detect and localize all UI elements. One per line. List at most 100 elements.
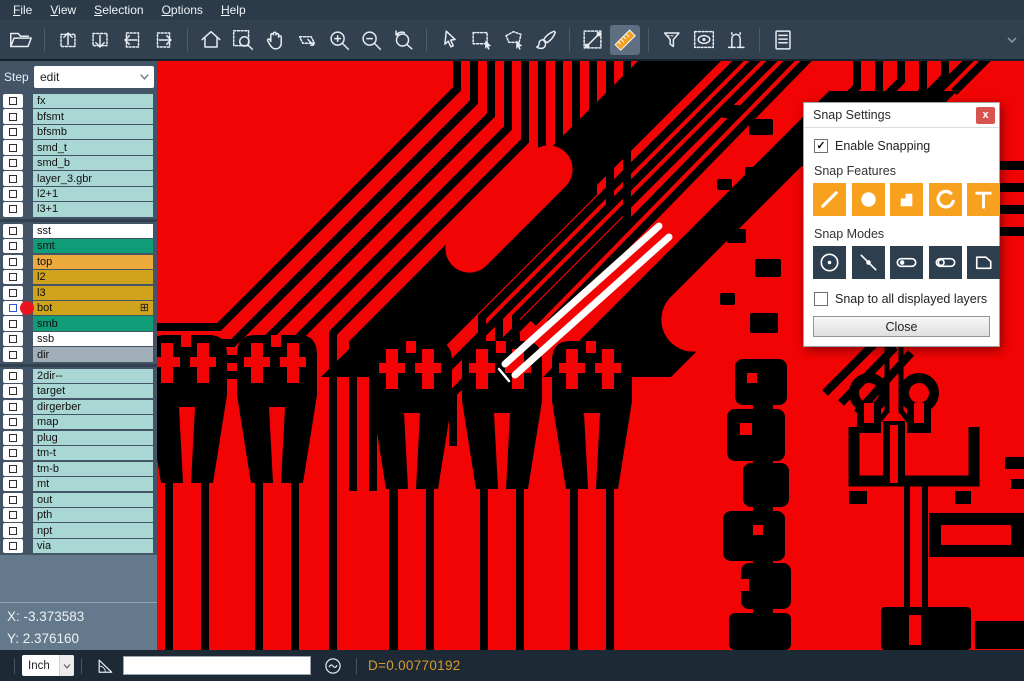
measure-line-button[interactable] bbox=[578, 25, 608, 55]
pan-left-button[interactable] bbox=[117, 25, 147, 55]
pan-down-button[interactable] bbox=[85, 25, 115, 55]
layer-name[interactable]: l3+1 bbox=[33, 202, 153, 216]
layer-name[interactable]: pth bbox=[33, 508, 153, 522]
layer-name[interactable]: ssb bbox=[33, 332, 153, 346]
layer-name[interactable]: bfsmb bbox=[33, 125, 153, 139]
slot-end-snap-mode-button[interactable] bbox=[890, 246, 923, 279]
open-folder-button[interactable] bbox=[6, 25, 36, 55]
layer-checkbox[interactable] bbox=[3, 202, 23, 216]
close-button[interactable]: Close bbox=[813, 316, 990, 337]
brush-button[interactable] bbox=[531, 25, 561, 55]
layer-name[interactable]: tm-b bbox=[33, 462, 153, 476]
layer-checkbox[interactable] bbox=[3, 286, 23, 300]
unit-select[interactable]: Inch bbox=[22, 655, 74, 676]
layer-name[interactable]: sst bbox=[33, 224, 153, 238]
menu-item-view[interactable]: View bbox=[41, 3, 85, 17]
enable-snapping-checkbox[interactable]: ✓ bbox=[814, 139, 828, 153]
close-icon[interactable]: x bbox=[976, 107, 995, 124]
layer-checkbox[interactable] bbox=[3, 347, 23, 361]
layer-checkbox[interactable] bbox=[3, 94, 23, 108]
layer-checkbox[interactable] bbox=[3, 316, 23, 330]
zoom-in-button[interactable] bbox=[324, 25, 354, 55]
surface-snap-feature-button[interactable] bbox=[890, 183, 923, 216]
layer-name[interactable]: via bbox=[33, 539, 153, 553]
measure-input[interactable] bbox=[123, 656, 311, 675]
layer-checkbox[interactable] bbox=[3, 384, 23, 398]
layer-name[interactable]: out bbox=[33, 493, 153, 507]
layer-checkbox[interactable] bbox=[3, 462, 23, 476]
outline-snap-mode-button[interactable] bbox=[967, 246, 1000, 279]
zoom-previous-button[interactable] bbox=[388, 25, 418, 55]
menu-item-selection[interactable]: Selection bbox=[85, 3, 152, 17]
layer-name[interactable]: layer_3.gbr bbox=[33, 171, 153, 185]
slot-center-snap-mode-button[interactable] bbox=[929, 246, 962, 279]
layer-checkbox[interactable] bbox=[3, 125, 23, 139]
layer-checkbox[interactable] bbox=[3, 446, 23, 460]
layer-name[interactable]: smd_b bbox=[33, 156, 153, 170]
layer-name[interactable]: smt bbox=[33, 239, 153, 253]
layer-checkbox[interactable] bbox=[3, 508, 23, 522]
layer-name[interactable]: plug bbox=[33, 431, 153, 445]
center-snap-mode-button[interactable] bbox=[813, 246, 846, 279]
zoom-polygon-button[interactable] bbox=[292, 25, 322, 55]
layer-name[interactable]: bot⊞ bbox=[33, 301, 153, 315]
layer-name[interactable]: smb bbox=[33, 316, 153, 330]
layer-name[interactable]: dir bbox=[33, 347, 153, 361]
arc-snap-feature-button[interactable] bbox=[929, 183, 962, 216]
layer-checkbox[interactable] bbox=[3, 239, 23, 253]
snap-magnet-button[interactable] bbox=[721, 25, 751, 55]
layer-name[interactable]: mt bbox=[33, 477, 153, 491]
snap-all-layers-checkbox[interactable] bbox=[814, 292, 828, 306]
pan-right-button[interactable] bbox=[149, 25, 179, 55]
select-rectangle-button[interactable] bbox=[467, 25, 497, 55]
layer-name[interactable]: target bbox=[33, 384, 153, 398]
filter-button[interactable] bbox=[657, 25, 687, 55]
pan-hand-button[interactable] bbox=[260, 25, 290, 55]
point-on-line-snap-mode-button[interactable] bbox=[852, 246, 885, 279]
layer-name[interactable]: 2dir-- bbox=[33, 369, 153, 383]
layer-name[interactable]: bfsmt bbox=[33, 109, 153, 123]
layer-checkbox[interactable] bbox=[3, 171, 23, 185]
layer-name[interactable]: map bbox=[33, 415, 153, 429]
layer-checkbox[interactable] bbox=[3, 224, 23, 238]
angle-measure-icon[interactable] bbox=[93, 654, 117, 678]
layer-checkbox[interactable] bbox=[3, 332, 23, 346]
view-area-button[interactable] bbox=[689, 25, 719, 55]
layer-name[interactable]: l3 bbox=[33, 286, 153, 300]
layer-name[interactable]: top bbox=[33, 255, 153, 269]
layer-checkbox[interactable] bbox=[3, 539, 23, 553]
menu-item-file[interactable]: File bbox=[4, 3, 41, 17]
layer-checkbox[interactable] bbox=[3, 400, 23, 414]
layer-checkbox[interactable] bbox=[3, 523, 23, 537]
zoom-area-button[interactable] bbox=[228, 25, 258, 55]
pcb-canvas[interactable]: Snap Settings x ✓ Enable Snapping Snap F… bbox=[157, 61, 1024, 650]
grid-icon[interactable]: ⊞ bbox=[140, 303, 149, 314]
layer-checkbox[interactable] bbox=[3, 140, 23, 154]
layer-checkbox[interactable] bbox=[3, 109, 23, 123]
layer-checkbox[interactable] bbox=[3, 369, 23, 383]
layer-name[interactable]: smd_t bbox=[33, 140, 153, 154]
layer-checkbox[interactable] bbox=[3, 431, 23, 445]
layer-name[interactable]: l2+1 bbox=[33, 187, 153, 201]
cycle-selection-icon[interactable] bbox=[321, 654, 345, 678]
menu-item-help[interactable]: Help bbox=[212, 3, 255, 17]
line-snap-feature-button[interactable] bbox=[813, 183, 846, 216]
layer-name[interactable]: npt bbox=[33, 523, 153, 537]
select-polygon-button[interactable] bbox=[499, 25, 529, 55]
layer-name[interactable]: tm-t bbox=[33, 446, 153, 460]
home-button[interactable] bbox=[196, 25, 226, 55]
layer-name[interactable]: dirgerber bbox=[33, 400, 153, 414]
ruler-button[interactable] bbox=[610, 25, 640, 55]
chevron-down-icon[interactable] bbox=[1004, 32, 1020, 53]
zoom-out-button[interactable] bbox=[356, 25, 386, 55]
layer-checkbox[interactable] bbox=[3, 270, 23, 284]
layer-name[interactable]: l2 bbox=[33, 270, 153, 284]
text-snap-feature-button[interactable] bbox=[967, 183, 1000, 216]
layer-name[interactable]: fx bbox=[33, 94, 153, 108]
layer-checkbox[interactable] bbox=[3, 477, 23, 491]
layer-checkbox[interactable] bbox=[3, 255, 23, 269]
select-arrow-button[interactable] bbox=[435, 25, 465, 55]
layer-checkbox[interactable] bbox=[3, 156, 23, 170]
pan-up-button[interactable] bbox=[53, 25, 83, 55]
layer-checkbox[interactable] bbox=[3, 187, 23, 201]
